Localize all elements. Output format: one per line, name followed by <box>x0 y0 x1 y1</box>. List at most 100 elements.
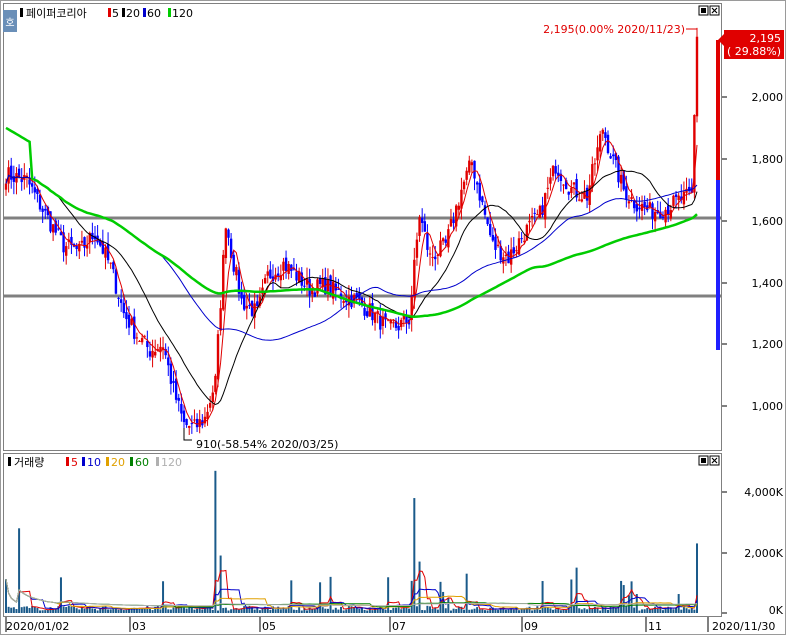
candle-body <box>112 262 115 270</box>
volume-bar <box>366 610 369 613</box>
volume-bar <box>109 609 112 613</box>
volume-bar <box>222 608 225 613</box>
candle-body <box>491 235 495 241</box>
candle-body <box>478 182 481 201</box>
candle-body <box>135 337 139 339</box>
candle-body <box>167 357 170 366</box>
volume-bar <box>565 609 568 613</box>
volume-bar <box>497 609 500 613</box>
candle-body <box>481 196 484 203</box>
volume-bar <box>504 609 507 613</box>
candle-body <box>635 204 638 212</box>
volume-bar <box>447 597 450 613</box>
candle-body <box>190 423 194 425</box>
candle-body <box>193 419 196 421</box>
volume-bar <box>112 608 115 613</box>
candle-body <box>494 236 497 250</box>
volume-bar <box>91 608 94 613</box>
candle-body <box>397 325 400 331</box>
volume-bar <box>489 607 492 613</box>
volume-bar <box>599 610 602 613</box>
candle-body <box>109 262 112 264</box>
candle-body <box>277 273 280 276</box>
volume-bar <box>549 608 552 613</box>
volume-bar <box>381 608 384 613</box>
candle-body <box>151 350 154 358</box>
volume-bar <box>62 606 65 613</box>
volume-bar <box>300 610 303 613</box>
candle-body <box>651 203 654 219</box>
candle-body <box>127 314 131 328</box>
volume-bar <box>562 609 565 613</box>
volume-bar <box>570 579 573 613</box>
volume-bar <box>400 609 403 613</box>
candle-body <box>643 201 646 208</box>
max-annotation: 2,195(0.00% 2020/11/23) <box>543 23 698 36</box>
volume-bar <box>83 608 86 613</box>
volume-bar <box>528 606 531 613</box>
vol60-label: 60 <box>135 456 149 469</box>
x-tick-label: 05 <box>262 620 276 633</box>
candle-body <box>75 245 78 250</box>
volume-bar <box>546 607 549 613</box>
price-panel <box>3 3 722 451</box>
candle-body <box>232 254 235 272</box>
volume-bar <box>470 609 473 613</box>
volume-bar <box>473 608 476 613</box>
candle-body <box>256 301 259 307</box>
candle-body <box>413 259 416 298</box>
candle-body <box>180 403 183 414</box>
maximize-icon <box>701 458 706 463</box>
candle-body <box>195 418 199 428</box>
candle-body <box>242 295 246 310</box>
volume-bar <box>269 609 272 613</box>
x-tick-label: 11 <box>648 620 662 633</box>
candle-body <box>536 214 539 216</box>
max-annotation-text: 2,195(0.00% 2020/11/23) <box>543 23 685 36</box>
volume-bar <box>224 607 227 613</box>
volume-bar <box>25 606 28 613</box>
candle-body <box>303 285 306 287</box>
candle-body <box>172 380 175 384</box>
volume-bar <box>321 607 324 613</box>
volume-bar <box>646 608 649 613</box>
volume-bar <box>258 610 261 613</box>
volume-bar <box>190 607 193 613</box>
y-tick-label: 1,200 <box>752 338 784 351</box>
volume-bar <box>552 609 555 613</box>
ma120-marker <box>168 8 171 17</box>
stock-chart-window: 호 페이퍼코리아 5 20 60 120 거래량 5 10 20 60 120 <box>0 0 786 635</box>
down-range-bar <box>716 180 720 350</box>
volume-bar <box>575 567 578 613</box>
volume-bar <box>572 605 575 613</box>
candle-body <box>431 257 434 259</box>
candle-body <box>538 205 542 219</box>
volume-bar <box>688 609 691 613</box>
candle-body <box>240 291 243 299</box>
y-tick-label: 1,000 <box>752 400 784 413</box>
candle-body <box>316 279 319 294</box>
volume-bar <box>518 610 521 613</box>
candle-body <box>619 174 623 184</box>
candle-body <box>30 183 34 187</box>
volume-bar <box>93 608 96 613</box>
volume-bar <box>237 609 240 613</box>
volume-bar <box>455 609 458 613</box>
volume-bar <box>298 607 301 613</box>
vol60-marker <box>130 457 133 466</box>
up-range-bar <box>716 40 720 180</box>
candle-body <box>486 217 489 225</box>
candle-body <box>585 187 589 201</box>
volume-bar <box>107 609 110 613</box>
volume-bar <box>614 607 617 613</box>
volume-bar <box>324 608 327 613</box>
candle-body <box>677 195 680 201</box>
volume-bar <box>59 577 62 613</box>
ma5-marker <box>108 8 111 17</box>
volume-bar <box>672 609 675 613</box>
vol5-label: 5 <box>71 456 78 469</box>
candle-body <box>313 292 317 297</box>
volume-bar <box>685 608 688 613</box>
candle-body <box>551 165 555 177</box>
candle-body <box>674 194 678 197</box>
